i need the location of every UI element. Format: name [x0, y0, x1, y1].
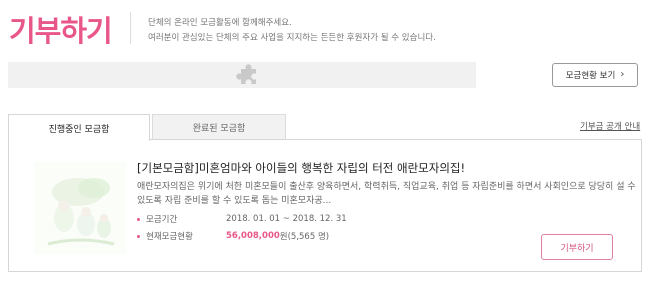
amount-value: 56,008,000: [226, 231, 280, 241]
chevron-right-icon: ›: [620, 69, 625, 80]
period-row: 모금기간 2018. 01. 01 ~ 2018. 12. 31: [137, 213, 347, 225]
bullet-icon: [137, 217, 140, 221]
campaign-description: 애란모자의집은 위기에 처한 미혼모들이 출산후 양육하면서, 학력취득, 직업…: [137, 182, 636, 206]
campaign-illustration: [34, 162, 126, 254]
status-label: 현재모금현황: [146, 232, 193, 242]
tab-ongoing[interactable]: 진행중인 모금함: [8, 114, 150, 141]
amount-suffix: 원(5,565 명): [279, 232, 330, 242]
status-row: 현재모금현황 56,008,000 원(5,565 명): [137, 230, 329, 242]
donation-disclosure-link[interactable]: 기부금 공개 안내: [580, 120, 640, 132]
page-description-line1: 단체의 온라인 모금활동에 함께해주세요.: [148, 18, 292, 28]
fundraising-status-label: 모금현황 보기: [565, 71, 616, 81]
fundraising-status-button[interactable]: 모금현황 보기 ›: [552, 63, 638, 87]
page-title: 기부하기: [9, 14, 113, 48]
donate-button[interactable]: 기부하기: [541, 234, 613, 260]
page-description-line2: 여러분이 관심있는 단체의 주요 사업을 지지하는 든든한 후원자가 될 수 있…: [148, 33, 436, 43]
title-divider: [130, 12, 131, 44]
puzzle-icon: [236, 64, 256, 84]
tab-completed-label: 완료된 모금함: [192, 123, 246, 134]
campaign-card: [기본모금함]미혼엄마와 아이들의 행복한 자립의 터전 애란모자의집! 애란모…: [8, 140, 642, 272]
campaign-thumbnail[interactable]: [34, 162, 126, 254]
bullet-icon: [137, 234, 140, 238]
banner-placeholder: [8, 62, 476, 88]
tab-ongoing-label: 진행중인 모금함: [48, 124, 110, 135]
tab-completed[interactable]: 완료된 모금함: [152, 114, 286, 140]
period-value: 2018. 01. 01 ~ 2018. 12. 31: [226, 214, 347, 224]
period-label: 모금기간: [146, 215, 178, 225]
campaign-title[interactable]: [기본모금함]미혼엄마와 아이들의 행복한 자립의 터전 애란모자의집!: [137, 160, 465, 176]
